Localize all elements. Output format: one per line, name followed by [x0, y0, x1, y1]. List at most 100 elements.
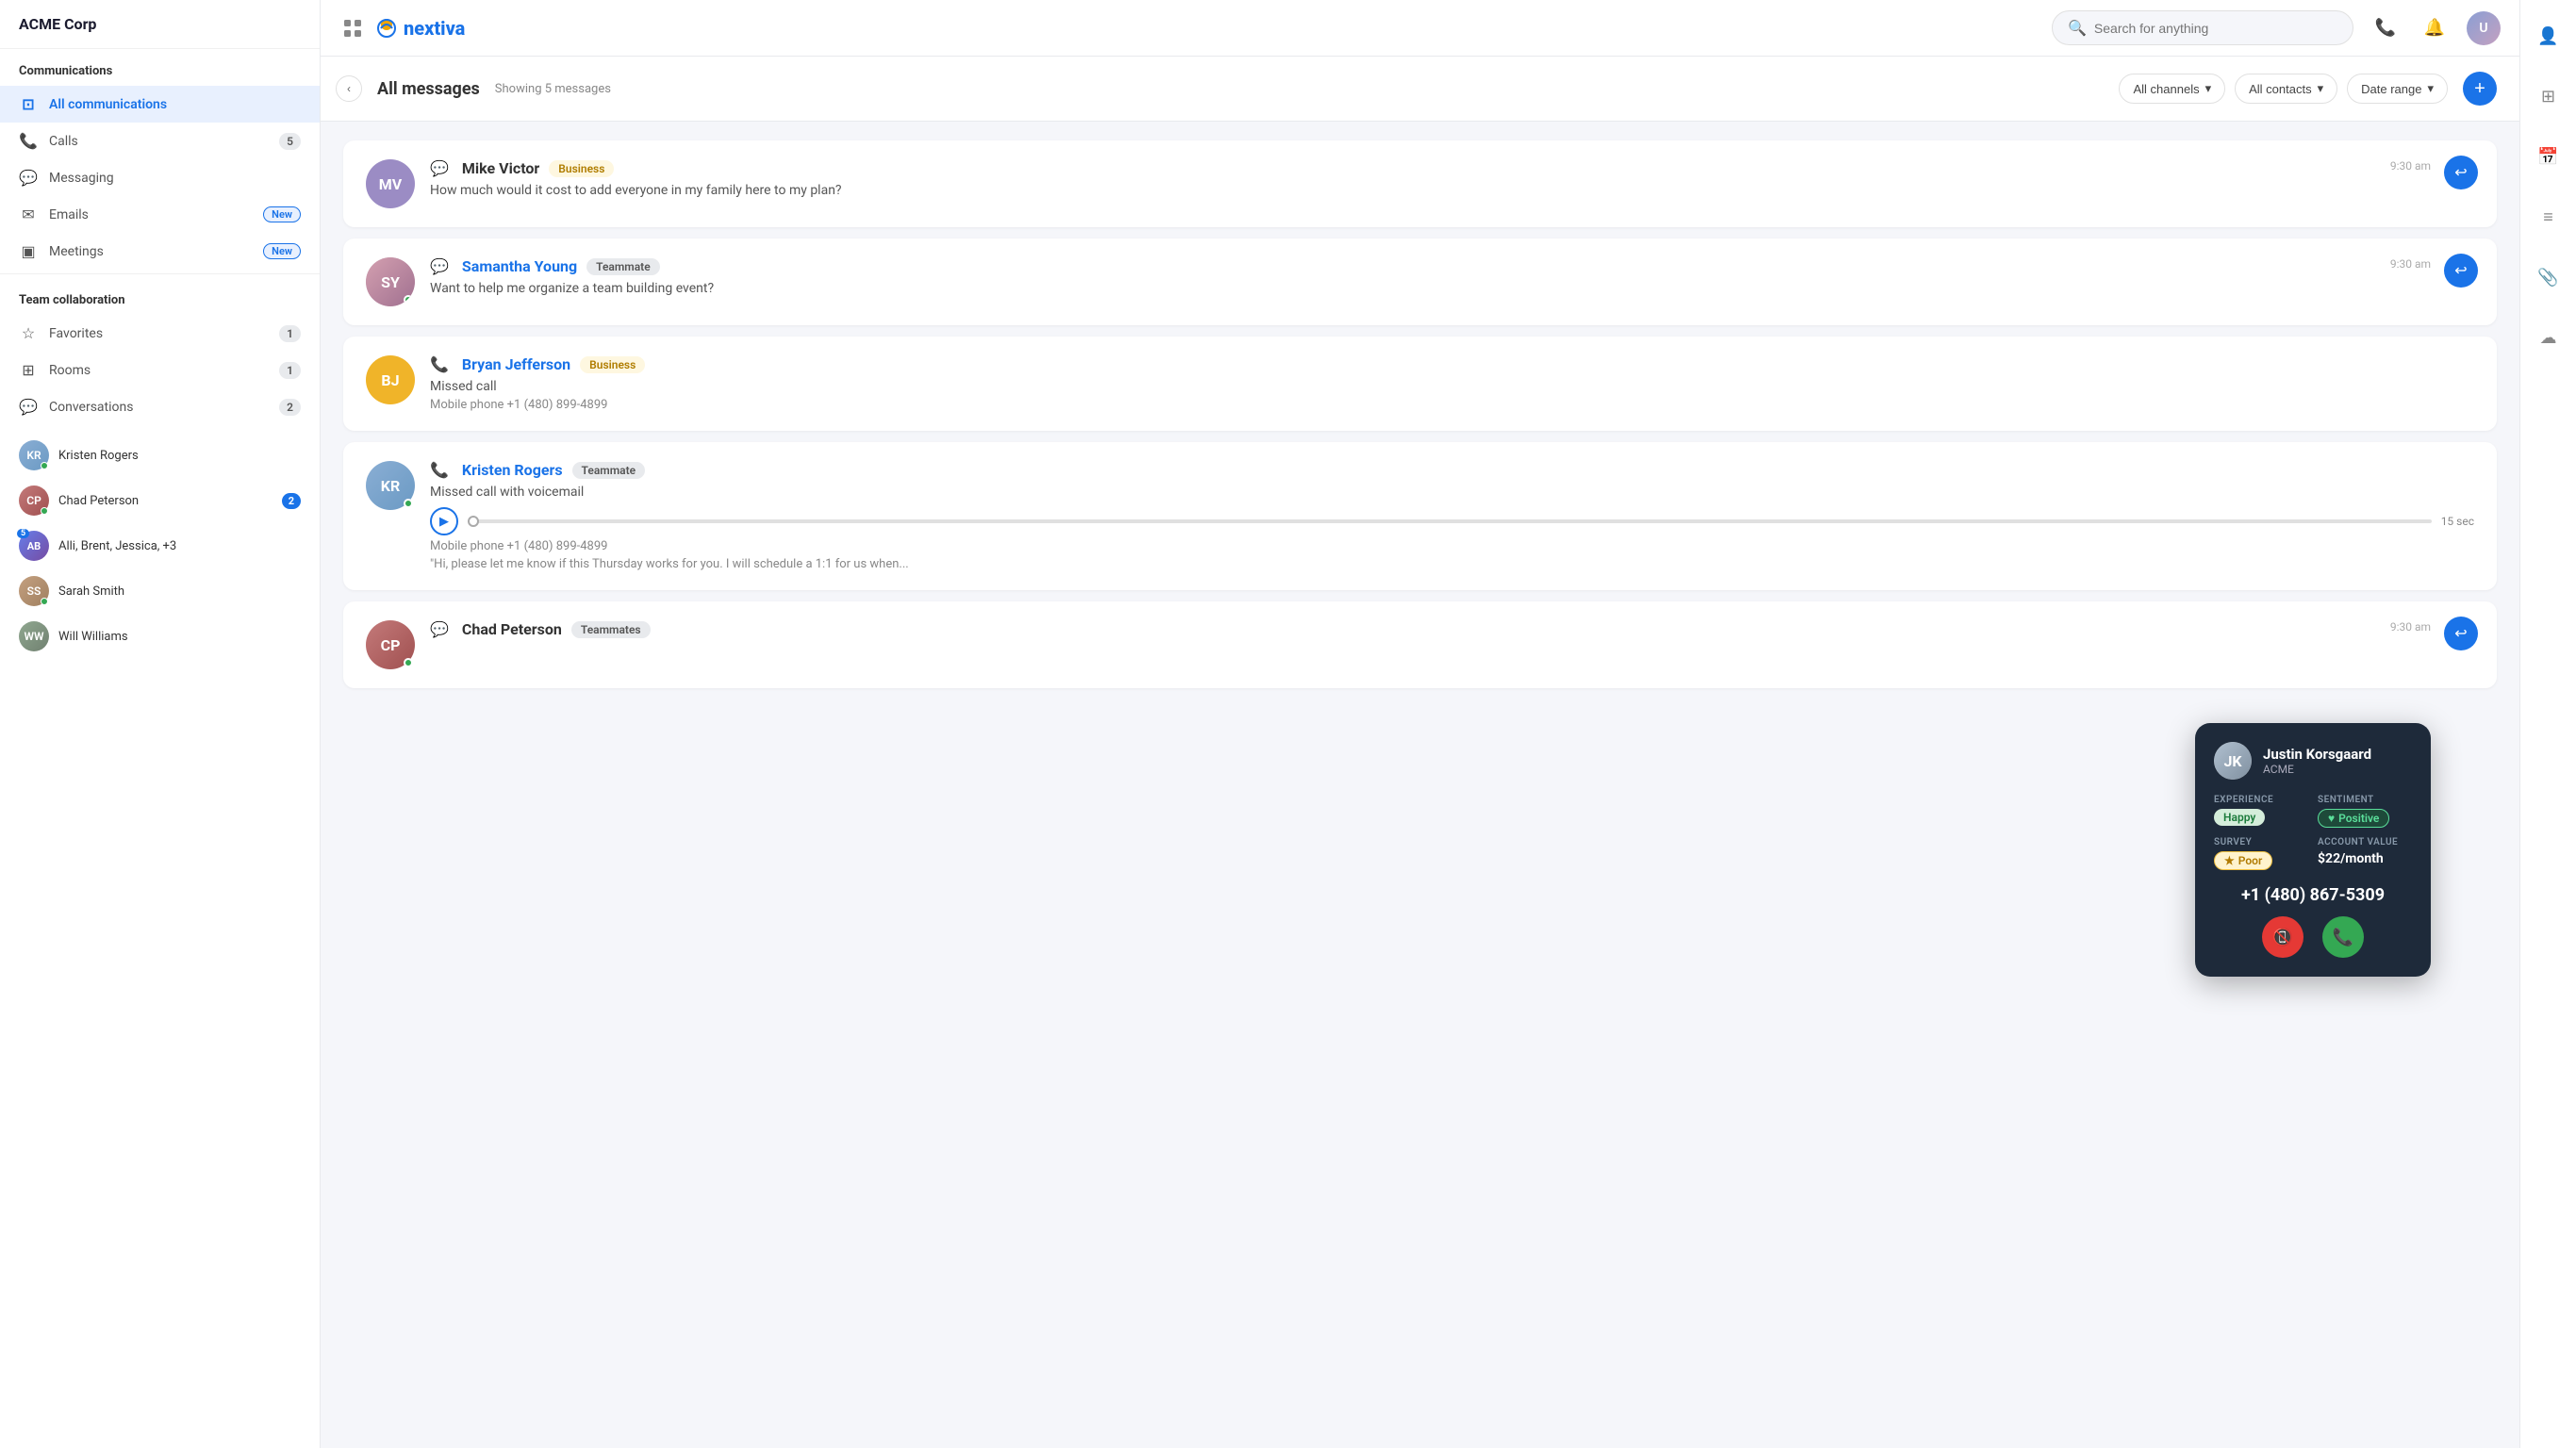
- online-indicator: [41, 462, 48, 469]
- channels-filter[interactable]: All channels ▾: [2119, 74, 2225, 104]
- sidebar-item-label: Rooms: [49, 363, 268, 378]
- contact-phone: +1 (480) 867-5309: [2214, 885, 2412, 905]
- experience-metric: EXPERIENCE Happy: [2214, 795, 2308, 828]
- account-value-label: ACCOUNT VALUE: [2318, 837, 2412, 847]
- communications-section-title: Communications: [0, 49, 320, 86]
- msg-name: Mike Victor: [462, 159, 539, 177]
- msg-badge-teammate: Teammate: [572, 462, 646, 479]
- date-range-filter[interactable]: Date range ▾: [2347, 74, 2448, 104]
- msg-badge-teammates: Teammates: [571, 621, 651, 638]
- calendar-icon[interactable]: 📅: [2532, 140, 2566, 173]
- content-header: ‹ All messages Showing 5 messages All ch…: [321, 57, 2519, 122]
- sidebar-item-calls[interactable]: 📞 Calls 5: [0, 123, 320, 159]
- sidebar-item-favorites[interactable]: ☆ Favorites 1: [0, 315, 320, 352]
- sidebar-item-label: Calls: [49, 134, 268, 149]
- favorites-icon: ☆: [19, 324, 38, 342]
- msg-sub-text: Mobile phone +1 (480) 899-4899: [430, 539, 2474, 553]
- survey-label: SURVEY: [2214, 837, 2308, 847]
- notifications-icon-btn[interactable]: 🔔: [2418, 11, 2452, 45]
- duration: 15 sec: [2441, 515, 2474, 528]
- hangup-button[interactable]: 📵: [2262, 916, 2304, 958]
- voicemail-player: ▶ 15 sec: [430, 507, 2474, 535]
- sidebar-header: ACME Corp: [0, 0, 320, 49]
- team-collab-section-title: Team collaboration: [0, 278, 320, 315]
- sidebar-item-label: All communications: [49, 97, 301, 112]
- conv-avatar-chad: CP: [19, 485, 49, 516]
- message-card-mike-victor: MV 💬 Mike Victor Business How much would…: [343, 140, 2497, 227]
- sidebar-item-emails[interactable]: ✉ Emails New: [0, 196, 320, 233]
- add-new-button[interactable]: +: [2463, 72, 2497, 106]
- msg-badge-business: Business: [549, 160, 614, 177]
- grid-icon[interactable]: ⊞: [2532, 79, 2566, 113]
- search-input[interactable]: [2094, 21, 2337, 36]
- reply-button[interactable]: ↩: [2444, 254, 2478, 288]
- sidebar-item-conversations[interactable]: 💬 Conversations 2: [0, 388, 320, 425]
- search-bar[interactable]: 🔍: [2052, 10, 2353, 45]
- sentiment-value: ♥ Positive: [2318, 809, 2389, 828]
- logo-text: nextiva: [404, 17, 465, 40]
- reply-button[interactable]: ↩: [2444, 156, 2478, 189]
- msg-avatar-samantha-young: SY: [366, 257, 415, 306]
- contacts-filter-label: All contacts: [2249, 82, 2311, 96]
- date-range-filter-label: Date range: [2361, 82, 2421, 96]
- app-grid-icon[interactable]: [339, 15, 366, 41]
- paperclip-icon[interactable]: 📎: [2532, 260, 2566, 294]
- experience-label: EXPERIENCE: [2214, 795, 2308, 805]
- calls-icon: 📞: [19, 132, 38, 150]
- conversation-item-chad[interactable]: CP Chad Peterson 2: [0, 478, 320, 523]
- msg-text: Missed call with voicemail: [430, 485, 2474, 500]
- play-button[interactable]: ▶: [430, 507, 458, 535]
- sidebar-item-label: Meetings: [49, 244, 252, 259]
- star-icon: ★: [2224, 854, 2235, 867]
- account-value-metric: ACCOUNT VALUE $22/month: [2318, 837, 2412, 870]
- sidebar-item-label: Conversations: [49, 400, 268, 415]
- phone-icon: 📞: [430, 355, 449, 373]
- top-nav: nextiva 🔍 📞 🔔 U: [321, 0, 2519, 57]
- msg-content-bryan-jefferson: 📞 Bryan Jefferson Business Missed call M…: [430, 355, 2474, 412]
- contact-company: ACME: [2263, 763, 2371, 776]
- profile-icon[interactable]: 👤: [2532, 19, 2566, 53]
- msg-name: Bryan Jefferson: [462, 355, 570, 373]
- sidebar-item-label: Emails: [49, 207, 252, 222]
- chevron-down-icon: ▾: [2318, 81, 2324, 96]
- msg-text: Want to help me organize a team building…: [430, 281, 2474, 296]
- contacts-filter[interactable]: All contacts ▾: [2235, 74, 2337, 104]
- channels-filter-label: All channels: [2133, 82, 2199, 96]
- list-icon[interactable]: ≡: [2532, 200, 2566, 234]
- conv-badge-chad: 2: [282, 493, 301, 509]
- meetings-new-badge: New: [263, 243, 301, 259]
- conversations-icon: 💬: [19, 398, 38, 416]
- chevron-down-icon: ▾: [2427, 81, 2434, 96]
- phone-icon-btn[interactable]: 📞: [2369, 11, 2403, 45]
- collapse-sidebar-button[interactable]: ‹: [336, 75, 362, 102]
- conv-avatar-kristen: KR: [19, 440, 49, 470]
- progress-bar[interactable]: [468, 519, 2432, 523]
- chat-icon: 💬: [430, 620, 449, 638]
- conv-name-will: Will Williams: [58, 630, 301, 644]
- conversation-item-will[interactable]: WW Will Williams: [0, 614, 320, 659]
- header-filters: All channels ▾ All contacts ▾ Date range…: [2119, 74, 2448, 104]
- conv-name-kristen: Kristen Rogers: [58, 449, 301, 463]
- nextiva-logo: nextiva: [373, 15, 465, 41]
- conversation-item-kristen[interactable]: KR Kristen Rogers: [0, 433, 320, 478]
- nav-logo: nextiva: [339, 15, 465, 41]
- sidebar-item-messaging[interactable]: 💬 Messaging: [0, 159, 320, 196]
- messages-area: MV 💬 Mike Victor Business How much would…: [321, 122, 2519, 1448]
- emails-icon: ✉: [19, 206, 38, 223]
- answer-button[interactable]: 📞: [2322, 916, 2364, 958]
- sidebar-item-meetings[interactable]: ▣ Meetings New: [0, 233, 320, 270]
- emails-new-badge: New: [263, 206, 301, 222]
- right-icon-bar: 👤 ⊞ 📅 ≡ 📎 ☁: [2519, 0, 2576, 1448]
- msg-content-chad-peterson: 💬 Chad Peterson Teammates: [430, 620, 2474, 644]
- metrics-grid: EXPERIENCE Happy SENTIMENT ♥ Positive SU…: [2214, 795, 2412, 870]
- reply-button[interactable]: ↩: [2444, 617, 2478, 650]
- msg-name: Kristen Rogers: [462, 461, 563, 479]
- search-icon: 🔍: [2068, 19, 2087, 37]
- sidebar-item-rooms[interactable]: ⊞ Rooms 1: [0, 352, 320, 388]
- conversation-item-sarah[interactable]: SS Sarah Smith: [0, 568, 320, 614]
- user-avatar[interactable]: U: [2467, 11, 2501, 45]
- sidebar-item-all-communications[interactable]: ⊡ All communications: [0, 86, 320, 123]
- conversation-item-group[interactable]: 5 AB Alli, Brent, Jessica, +3: [0, 523, 320, 568]
- cloud-icon[interactable]: ☁: [2532, 321, 2566, 354]
- msg-time: 9:30 am: [2390, 620, 2431, 634]
